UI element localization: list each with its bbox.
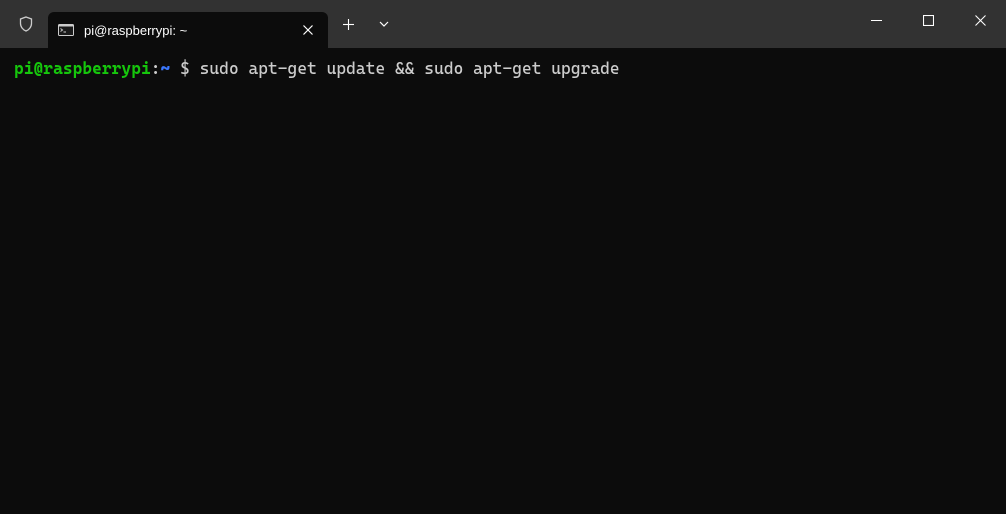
- new-tab-button[interactable]: [330, 8, 366, 40]
- prompt-user-host: pi@raspberrypi: [14, 59, 151, 78]
- titlebar: pi@raspberrypi: ~: [0, 0, 1006, 48]
- prompt-line: pi@raspberrypi:~ $ sudo apt-get update &…: [14, 58, 992, 80]
- prompt-path: ~: [161, 59, 171, 78]
- terminal-icon: [58, 22, 74, 38]
- tab-dropdown-button[interactable]: [366, 8, 402, 40]
- terminal-tab[interactable]: pi@raspberrypi: ~: [48, 12, 328, 48]
- prompt-colon: :: [151, 59, 161, 78]
- shield-icon: [16, 14, 36, 34]
- titlebar-actions: [330, 0, 402, 48]
- close-window-button[interactable]: [954, 0, 1006, 40]
- terminal-body[interactable]: pi@raspberrypi:~ $ sudo apt-get update &…: [0, 48, 1006, 90]
- minimize-button[interactable]: [850, 0, 902, 40]
- command-text: sudo apt-get update && sudo apt-get upgr…: [200, 59, 620, 78]
- tab-close-button[interactable]: [298, 20, 318, 40]
- maximize-button[interactable]: [902, 0, 954, 40]
- tab-title: pi@raspberrypi: ~: [84, 23, 298, 38]
- window-controls: [850, 0, 1006, 40]
- prompt-symbol: $: [170, 59, 199, 78]
